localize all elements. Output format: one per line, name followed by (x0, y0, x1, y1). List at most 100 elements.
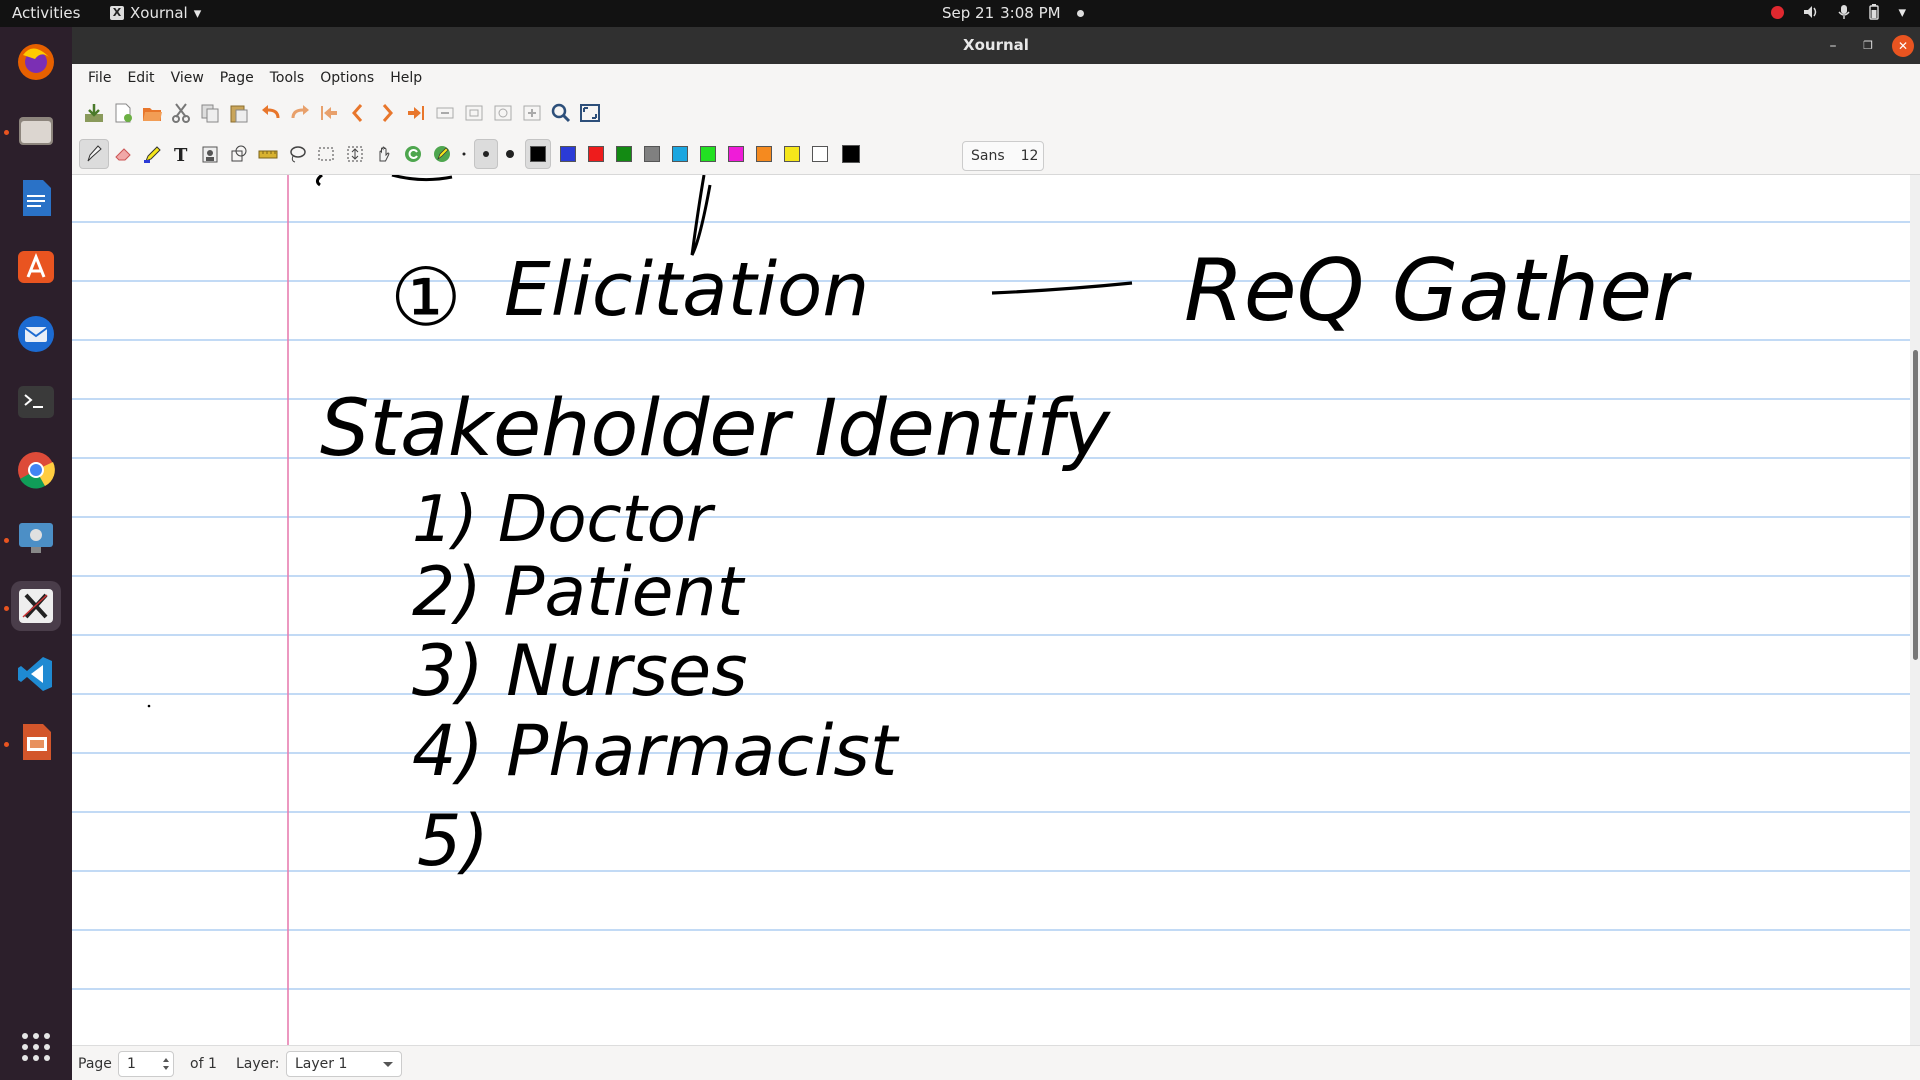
running-indicator-icon (4, 538, 9, 543)
last-page-button[interactable] (401, 98, 431, 128)
image-tool-button[interactable] (195, 139, 225, 169)
zoom-out-button[interactable] (430, 98, 460, 128)
shape-recognizer-button[interactable] (224, 139, 254, 169)
new-button[interactable] (108, 98, 138, 128)
app-menu[interactable]: X Xournal ▾ (110, 4, 201, 22)
open-button[interactable] (137, 98, 167, 128)
find-button[interactable] (546, 98, 576, 128)
next-page-button[interactable] (372, 98, 402, 128)
ruler-tool-button[interactable] (253, 139, 283, 169)
redo-button[interactable] (285, 98, 315, 128)
color-black-button[interactable] (525, 139, 551, 169)
default-pen-button[interactable] (398, 139, 428, 169)
zoom-in-icon (523, 105, 541, 121)
save-button[interactable] (79, 98, 109, 128)
dock-thunderbird[interactable] (11, 309, 61, 359)
microphone-icon (1838, 5, 1851, 19)
title-bar[interactable]: Xournal – ❐ ✕ (72, 27, 1920, 64)
page-number-spinner[interactable]: 1 (118, 1051, 174, 1077)
thickness-medium-button[interactable] (474, 139, 498, 169)
thickness-fine-button[interactable] (454, 139, 474, 169)
eraser-tool-button[interactable] (108, 139, 138, 169)
thickness-thick-button[interactable] (499, 139, 521, 169)
cut-button[interactable] (166, 98, 196, 128)
menu-file[interactable]: File (80, 70, 119, 86)
dock-firefox[interactable] (11, 37, 61, 87)
vertical-space-button[interactable] (340, 139, 370, 169)
previous-page-button[interactable] (343, 98, 373, 128)
ruled-paper[interactable]: ① Elicitation ReQ Gather Stakeholder Ide… (72, 175, 1910, 1045)
color-lightblue-button[interactable] (672, 146, 688, 162)
highlighter-tool-button[interactable] (137, 139, 167, 169)
color-yellow-button[interactable] (784, 146, 800, 162)
chevron-down-icon (383, 1062, 393, 1067)
color-orange-button[interactable] (756, 146, 772, 162)
vertical-scrollbar[interactable] (1910, 175, 1920, 1045)
open-folder-icon (143, 108, 162, 121)
color-chooser-button[interactable] (842, 145, 860, 163)
color-green-button[interactable] (616, 146, 632, 162)
notebook-page[interactable]: ① Elicitation ReQ Gather Stakeholder Ide… (72, 175, 1910, 1045)
color-blue-button[interactable] (560, 146, 576, 162)
show-apps-button[interactable] (11, 1022, 61, 1072)
menu-help[interactable]: Help (382, 70, 430, 86)
undo-button[interactable] (256, 98, 286, 128)
main-toolbar (72, 91, 1920, 135)
dock (0, 27, 72, 1080)
ink-item-5: 5) (417, 800, 489, 882)
ink-dot (147, 704, 151, 708)
color-magenta-button[interactable] (728, 146, 744, 162)
menu-page[interactable]: Page (212, 70, 262, 86)
chevron-down-icon: ▾ (193, 4, 202, 22)
text-tool-button[interactable]: T (166, 139, 196, 169)
writer-icon (23, 180, 51, 216)
maximize-button[interactable]: ❐ (1857, 35, 1879, 57)
pen-options-icon (434, 146, 450, 162)
default-highlighter-button[interactable] (427, 139, 457, 169)
dock-vscode[interactable] (11, 649, 61, 699)
dock-libreoffice-impress[interactable] (11, 717, 61, 767)
font-name: Sans (971, 148, 1005, 164)
dock-chrome[interactable] (11, 445, 61, 495)
system-tray[interactable]: ▾ (1771, 3, 1906, 21)
dock-ubuntu-software[interactable] (11, 241, 61, 291)
dock-files[interactable] (11, 105, 61, 155)
clock[interactable]: Sep 21 3:08 PM (942, 4, 1084, 22)
lasso-select-button[interactable] (282, 139, 312, 169)
zoom-in-button[interactable] (517, 98, 547, 128)
paste-button[interactable] (224, 98, 254, 128)
dock-xournal[interactable] (11, 581, 61, 631)
fullscreen-button[interactable] (575, 98, 605, 128)
copy-button[interactable] (195, 98, 225, 128)
dock-terminal[interactable] (11, 377, 61, 427)
color-gray-button[interactable] (644, 146, 660, 162)
menu-edit[interactable]: Edit (119, 70, 162, 86)
dock-screen-recorder[interactable] (11, 513, 61, 563)
zoom-normal-button[interactable] (459, 98, 489, 128)
zoom-fit-button[interactable] (488, 98, 518, 128)
scrollbar-thumb[interactable] (1913, 350, 1918, 660)
pen-tool-button[interactable] (79, 139, 109, 169)
color-red-button[interactable] (588, 146, 604, 162)
running-indicator-icon (4, 606, 9, 611)
layer-dropdown[interactable]: Layer 1 (286, 1051, 402, 1077)
new-document-icon (115, 103, 132, 123)
page-label: Page (78, 1056, 112, 1072)
menu-tools[interactable]: Tools (262, 70, 313, 86)
menu-view[interactable]: View (163, 70, 212, 86)
xournal-icon (19, 589, 53, 623)
save-icon (85, 104, 103, 122)
first-page-button[interactable] (314, 98, 344, 128)
activities-button[interactable]: Activities (12, 4, 80, 22)
menu-options[interactable]: Options (312, 70, 382, 86)
dock-libreoffice-writer[interactable] (11, 173, 61, 223)
rect-select-button[interactable] (311, 139, 341, 169)
hand-tool-button[interactable] (369, 139, 399, 169)
color-white-button[interactable] (812, 146, 828, 162)
minimize-button[interactable]: – (1822, 35, 1844, 57)
color-lightgreen-button[interactable] (700, 146, 716, 162)
shapes-icon (231, 145, 247, 162)
close-button[interactable]: ✕ (1892, 35, 1914, 57)
ruler-icon (258, 150, 278, 159)
font-button[interactable]: Sans 12 (962, 141, 1044, 171)
